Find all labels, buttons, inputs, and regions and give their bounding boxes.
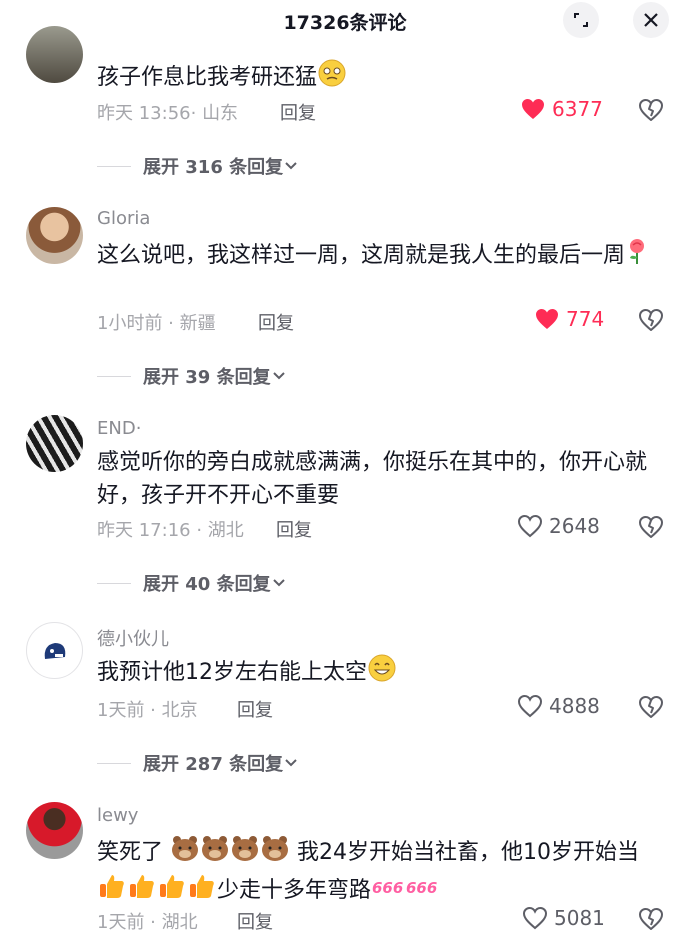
fullscreen-icon bbox=[574, 13, 588, 27]
comment-time: 1天前 bbox=[97, 912, 145, 933]
heart-outline-icon bbox=[517, 514, 543, 538]
like-button[interactable]: 4888 bbox=[517, 694, 600, 718]
chevron-down-icon bbox=[272, 372, 285, 380]
comment-location: 湖北 bbox=[161, 912, 198, 933]
comment-meta: 1小时前 · 新疆 bbox=[97, 313, 216, 334]
expand-replies-label: 展开 40 条回复 bbox=[143, 574, 271, 595]
reply-button[interactable]: 回复 bbox=[258, 309, 294, 335]
expand-replies-button[interactable]: 展开 39 条回复 bbox=[97, 363, 287, 389]
like-count: 4888 bbox=[549, 694, 600, 718]
thumbs-up-icon bbox=[157, 872, 187, 910]
comment-text: 孩子作息比我考研还猛 bbox=[97, 58, 662, 98]
comment-location: 北京 bbox=[161, 700, 198, 721]
chevron-down-icon bbox=[285, 162, 297, 170]
chevron-down-icon bbox=[272, 579, 285, 587]
like-count: 2648 bbox=[549, 514, 600, 538]
like-count: 774 bbox=[566, 307, 605, 331]
expand-replies-label: 展开 287 条回复 bbox=[143, 754, 284, 775]
divider bbox=[97, 165, 131, 167]
thinking-emoji-icon bbox=[317, 58, 347, 98]
reply-button[interactable]: 回复 bbox=[276, 516, 312, 542]
dislike-icon[interactable] bbox=[638, 98, 664, 122]
heart-outline-icon bbox=[522, 906, 548, 930]
username[interactable]: Gloria bbox=[97, 208, 150, 229]
comment-text: 这么说吧，我这样过一周，这周就是我人生的最后一周 bbox=[97, 237, 662, 275]
comment-text: 我预计他12岁左右能上太空 bbox=[97, 653, 662, 693]
username[interactable]: lewy bbox=[97, 805, 138, 826]
expand-fullscreen-button[interactable] bbox=[563, 2, 599, 38]
comment-meta: 昨天 13:56· 山东 bbox=[97, 103, 239, 124]
divider bbox=[97, 762, 131, 764]
close-button[interactable] bbox=[633, 2, 669, 38]
mascot-logo-icon bbox=[44, 642, 65, 659]
avatar[interactable] bbox=[26, 802, 83, 859]
grin-emoji-icon bbox=[367, 653, 397, 693]
heart-filled-icon bbox=[536, 309, 558, 329]
comment-text: 感觉听你的旁白成就感满满，你挺乐在其中的，你开心就好，孩子开不开心不重要 bbox=[97, 450, 648, 508]
chevron-down-icon bbox=[285, 759, 297, 767]
avatar[interactable] bbox=[26, 207, 83, 264]
bear-face-icon bbox=[260, 834, 290, 872]
expand-replies-button[interactable]: 展开 316 条回复 bbox=[97, 153, 299, 179]
dislike-icon[interactable] bbox=[638, 308, 664, 332]
svg-text:666: 666 bbox=[406, 879, 437, 897]
comment-location: 湖北 bbox=[207, 520, 244, 541]
divider bbox=[97, 375, 131, 377]
comment-meta: 1天前 · 湖北 bbox=[97, 912, 198, 933]
like-count: 5081 bbox=[554, 906, 605, 930]
comment-meta: 1天前 · 北京 bbox=[97, 700, 198, 721]
666-sticker-icon: 666 bbox=[371, 875, 405, 908]
rose-icon bbox=[625, 237, 649, 275]
reply-button[interactable]: 回复 bbox=[237, 908, 273, 934]
bear-face-icon bbox=[230, 834, 260, 872]
comment-location: 山东 bbox=[202, 103, 239, 124]
like-button[interactable]: 6377 bbox=[520, 97, 603, 121]
expand-replies-label: 展开 39 条回复 bbox=[143, 367, 271, 388]
thumbs-up-icon bbox=[97, 872, 127, 910]
svg-text:666: 666 bbox=[372, 879, 403, 897]
username[interactable]: END· bbox=[97, 418, 141, 439]
comment-time: 1天前 bbox=[97, 700, 145, 721]
bear-face-icon bbox=[200, 834, 230, 872]
reply-button[interactable]: 回复 bbox=[237, 696, 273, 722]
like-button[interactable]: 5081 bbox=[522, 906, 605, 930]
expand-replies-label: 展开 316 条回复 bbox=[143, 157, 284, 178]
comment-meta: 昨天 17:16 · 湖北 bbox=[97, 520, 244, 541]
comment-location: 新疆 bbox=[179, 313, 216, 334]
heart-filled-icon bbox=[522, 99, 544, 119]
avatar[interactable] bbox=[26, 415, 83, 472]
bear-face-icon bbox=[170, 834, 200, 872]
dislike-icon[interactable] bbox=[638, 515, 664, 539]
thumbs-up-icon bbox=[127, 872, 157, 910]
avatar[interactable] bbox=[26, 622, 83, 679]
666-sticker-icon: 666 bbox=[405, 875, 439, 908]
thumbs-up-icon bbox=[187, 872, 217, 910]
like-count: 6377 bbox=[552, 97, 603, 121]
reply-button[interactable]: 回复 bbox=[280, 99, 316, 125]
comment-time: 昨天 13:56 bbox=[97, 103, 191, 124]
comments-header: 17326条评论 bbox=[0, 0, 690, 44]
expand-replies-button[interactable]: 展开 287 条回复 bbox=[97, 750, 299, 776]
close-icon bbox=[644, 13, 658, 27]
expand-replies-button[interactable]: 展开 40 条回复 bbox=[97, 570, 287, 596]
username[interactable]: 德小伙儿 bbox=[97, 625, 169, 651]
avatar[interactable] bbox=[26, 26, 83, 83]
like-button[interactable]: 2648 bbox=[517, 514, 600, 538]
divider bbox=[97, 582, 131, 584]
dislike-icon[interactable] bbox=[638, 695, 664, 719]
comment-time: 昨天 17:16 bbox=[97, 520, 191, 541]
comment-text: 笑死了 我24岁开始当社畜，他10岁开始当少走十多年弯路 666 666 bbox=[97, 834, 662, 910]
dislike-icon[interactable] bbox=[638, 907, 664, 931]
heart-outline-icon bbox=[517, 694, 543, 718]
like-button[interactable]: 774 bbox=[534, 307, 604, 331]
comment-time: 1小时前 bbox=[97, 313, 163, 334]
